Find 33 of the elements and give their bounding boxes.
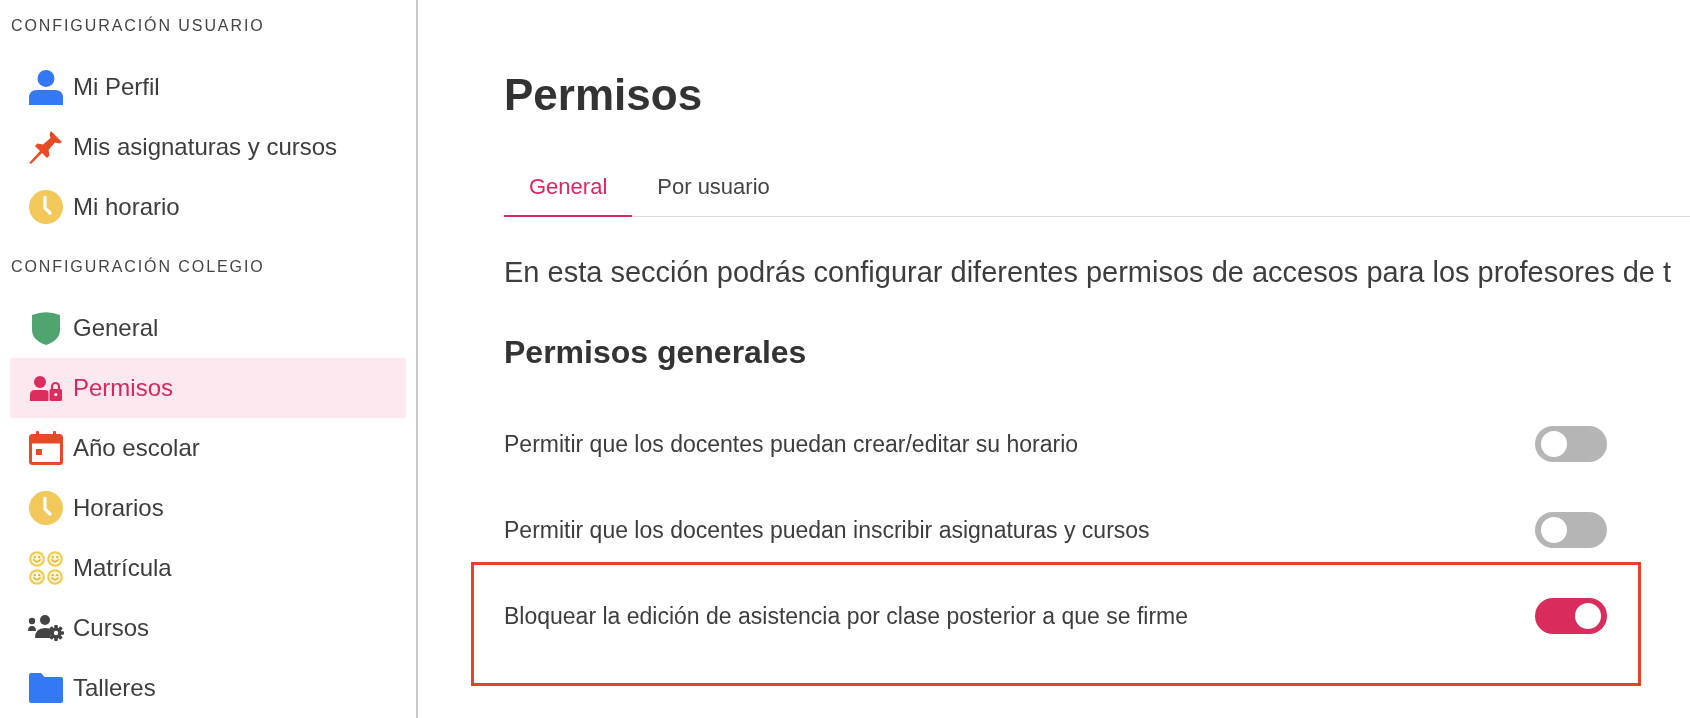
sidebar-item[interactable]: Mi horario [10,177,406,237]
sidebar-item[interactable]: Mis asignaturas y cursos [10,117,406,177]
sidebar-section-title: CONFIGURACIÓN COLEGIO [10,257,265,277]
sidebar-item[interactable]: Talleres [10,658,406,718]
section-heading: Permisos generales [504,333,807,372]
permission-label: Permitir que los docentes puedan inscribir asignaturas y cursos [504,516,1150,544]
user-lock-icon [30,375,62,401]
sidebar-section-title: CONFIGURACIÓN USUARIO [10,16,265,36]
folder-icon [29,673,63,703]
sidebar-item[interactable]: Permisos [10,358,406,418]
pushpin-icon [29,130,63,164]
toggle-switch[interactable] [1535,598,1607,634]
sidebar-item[interactable]: Mi Perfil [10,57,406,117]
smiley-faces-icon [29,551,63,585]
permission-label: Bloquear la edición de asistencia por clase posterior a que se firme [504,602,1188,630]
person-icon [29,69,63,105]
toggle-switch[interactable] [1535,512,1607,548]
sidebar-item[interactable]: General [10,298,406,358]
permission-label: Permitir que los docentes puedan crear/editar su horario [504,430,1079,458]
clock-icon [29,190,63,224]
sidebar-item[interactable]: Año escolar [10,418,406,478]
section-description: En esta sección podrás configurar diferentes permisos de accesos para los profesores de t [504,255,1672,289]
page-title: Permisos [504,69,703,121]
sidebar-item[interactable]: Cursos [10,598,406,658]
shield-icon [32,311,60,345]
toggle-switch[interactable] [1535,426,1607,462]
sidebar-item[interactable]: Horarios [10,478,406,538]
tab[interactable]: General [504,157,633,217]
users-gear-icon [28,615,64,641]
sidebar-item[interactable]: Matrícula [10,538,406,598]
calendar-icon [29,431,63,465]
clock-icon [29,491,63,525]
tab[interactable]: Por usuario [632,157,795,217]
